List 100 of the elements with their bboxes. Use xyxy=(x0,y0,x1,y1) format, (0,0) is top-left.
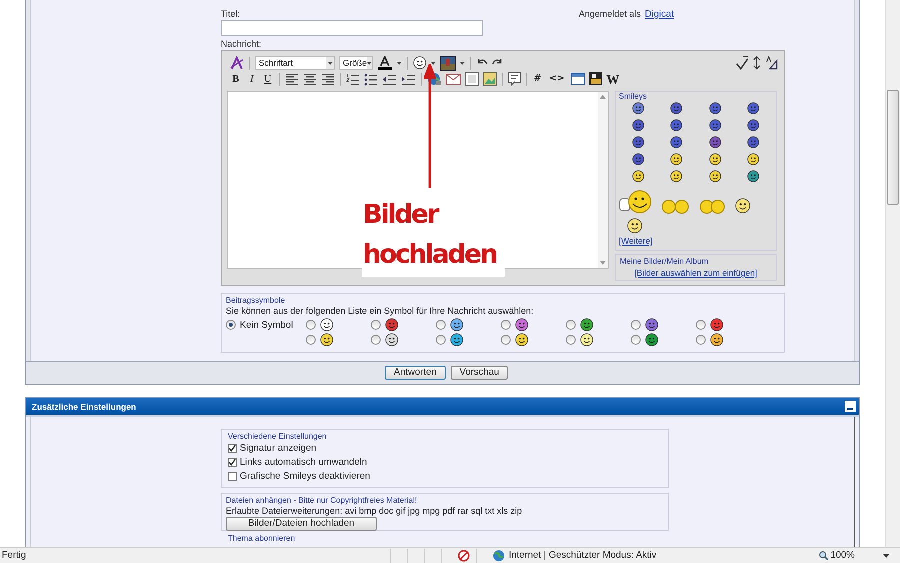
post-symbol-icon xyxy=(450,318,464,332)
align-center-icon[interactable] xyxy=(303,72,317,86)
format-button[interactable]: I xyxy=(246,72,258,86)
smiley-icon[interactable] xyxy=(708,153,722,166)
text-direction-icon[interactable] xyxy=(765,56,779,70)
scrollbar[interactable] xyxy=(598,92,608,268)
smiley-icon[interactable] xyxy=(670,136,684,149)
picture-frame-icon[interactable] xyxy=(465,72,479,86)
smiley-icon[interactable] xyxy=(708,170,722,183)
spellcheck-icon[interactable] xyxy=(735,56,749,70)
smiley-icon[interactable] xyxy=(747,170,760,183)
zoom-icon xyxy=(818,550,829,560)
post-symbol-icon xyxy=(515,318,529,332)
status-text: Fertig xyxy=(2,550,26,561)
bullet-list-icon[interactable] xyxy=(364,72,378,86)
code-button[interactable]: # xyxy=(532,72,544,86)
title-field[interactable] xyxy=(221,20,483,36)
album-link[interactable]: [Bilder auswählen zum einfügen] xyxy=(620,268,772,278)
envelope-icon[interactable] xyxy=(446,73,461,85)
post-symbol-icon xyxy=(580,318,594,332)
zoom-level[interactable]: 100% xyxy=(818,550,855,561)
card-icon[interactable] xyxy=(588,72,603,86)
scroll-up-icon[interactable] xyxy=(600,95,606,99)
two-smileys-icon[interactable] xyxy=(700,200,726,214)
smiley-icon[interactable] xyxy=(632,102,645,115)
group-title: Verschiedene Einstellungen xyxy=(228,432,328,441)
reply-button[interactable]: Antworten xyxy=(385,366,446,380)
scroll-down-icon[interactable] xyxy=(600,261,606,265)
smiley-icon[interactable] xyxy=(413,56,427,70)
quote-icon[interactable] xyxy=(508,72,521,86)
smiley-icon[interactable] xyxy=(627,218,643,234)
panel-title: Zusätzliche Einstellungen xyxy=(32,402,136,412)
user-link[interactable]: Digicat xyxy=(645,9,674,20)
two-smileys-icon[interactable] xyxy=(662,200,690,214)
smiley-icon[interactable] xyxy=(734,198,751,214)
smiley-icon[interactable] xyxy=(747,102,760,115)
smiley-icon[interactable] xyxy=(708,136,722,149)
scrollbar-thumb[interactable] xyxy=(887,90,899,205)
upload-button[interactable]: Bilder/Dateien hochladen xyxy=(226,517,377,531)
checkbox[interactable] xyxy=(228,472,237,480)
radio-button[interactable] xyxy=(566,335,576,345)
radio-button[interactable] xyxy=(696,320,706,330)
font-select[interactable]: Schriftart xyxy=(255,56,335,70)
window-icon[interactable] xyxy=(570,72,585,86)
radio-button[interactable] xyxy=(566,320,576,330)
indent-icon[interactable] xyxy=(401,72,416,86)
size-select[interactable]: Größe xyxy=(339,56,373,70)
align-left-icon[interactable] xyxy=(285,72,299,86)
font-color-icon[interactable] xyxy=(377,56,393,70)
code-button[interactable]: <> xyxy=(548,72,567,86)
numbered-list-icon[interactable] xyxy=(346,72,360,86)
radio-button[interactable] xyxy=(371,320,381,330)
preview-button[interactable]: Vorschau xyxy=(450,366,508,380)
radio-button[interactable] xyxy=(696,335,706,345)
checkbox[interactable] xyxy=(228,458,237,466)
remove-format-icon[interactable] xyxy=(230,56,244,70)
message-label: Nachricht: xyxy=(221,39,263,49)
smiley-icon[interactable] xyxy=(670,170,684,183)
post-icons-title: Beitragssymbole xyxy=(226,296,286,305)
more-smileys-link[interactable]: [Weitere] xyxy=(619,236,653,246)
smiley-icon[interactable] xyxy=(632,153,645,166)
smiley-icon[interactable] xyxy=(747,136,760,149)
smiley-icon[interactable] xyxy=(708,119,722,132)
checkbox-label: Signatur anzeigen xyxy=(240,442,317,454)
smiley-icon[interactable] xyxy=(670,102,684,115)
smiley-icon[interactable] xyxy=(747,119,760,132)
smiley-icon[interactable] xyxy=(747,153,760,166)
image-icon[interactable] xyxy=(440,56,456,70)
picture-icon[interactable] xyxy=(483,72,497,86)
outdent-icon[interactable] xyxy=(382,72,397,86)
smiley-icon[interactable] xyxy=(632,170,645,183)
post-symbol-icon xyxy=(385,318,399,332)
radio-button[interactable] xyxy=(306,335,316,345)
smiley-icon[interactable] xyxy=(670,153,684,166)
format-button[interactable]: U xyxy=(262,72,274,86)
radio-button[interactable] xyxy=(306,320,316,330)
smiley-icon[interactable] xyxy=(632,119,645,132)
login-text: Angemeldet als xyxy=(579,9,642,19)
blocked-popup-icon[interactable] xyxy=(458,550,470,562)
smiley-icon[interactable] xyxy=(670,119,684,132)
group-title: Dateien anhängen - Bitte nur Copyrightfreies Material! xyxy=(226,496,418,505)
format-button[interactable]: B xyxy=(230,72,242,86)
smiley-icon[interactable] xyxy=(708,102,722,115)
checkbox[interactable] xyxy=(228,444,237,452)
radio-button[interactable] xyxy=(371,335,381,345)
minimize-icon[interactable] xyxy=(845,401,856,412)
word-button[interactable]: W xyxy=(606,72,620,86)
radio-button[interactable] xyxy=(436,335,446,345)
align-right-icon[interactable] xyxy=(321,72,335,86)
thumbs-up-smiley-icon[interactable] xyxy=(619,190,653,214)
resize-icon[interactable] xyxy=(753,56,761,70)
radio-button[interactable] xyxy=(631,335,641,345)
scrollbar[interactable] xyxy=(885,0,900,547)
radio-button[interactable] xyxy=(226,320,236,330)
radio-button[interactable] xyxy=(501,320,511,330)
radio-button[interactable] xyxy=(631,320,641,330)
radio-button[interactable] xyxy=(436,320,446,330)
radio-button[interactable] xyxy=(501,335,511,345)
post-symbol-icon xyxy=(710,318,724,332)
smiley-icon[interactable] xyxy=(632,136,645,149)
